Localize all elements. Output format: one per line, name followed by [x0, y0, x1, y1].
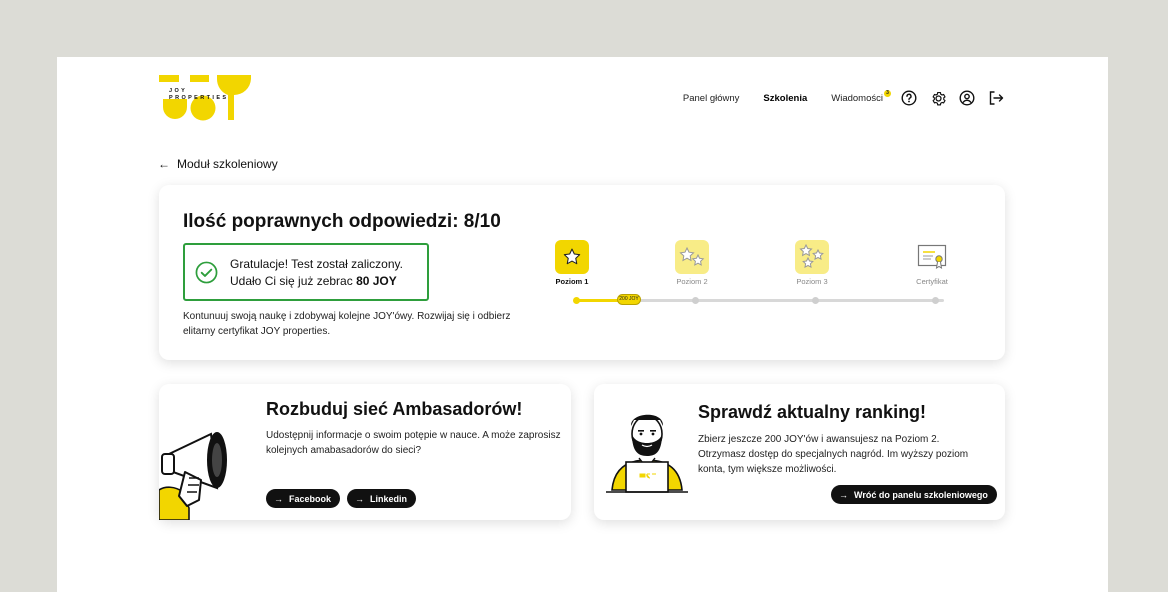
linkedin-button-label: Linkedin [370, 493, 408, 504]
user-icon[interactable] [958, 89, 976, 107]
logout-icon[interactable] [987, 89, 1005, 107]
ambassadors-card: Rozbuduj sieć Ambasadorów! Udostępnij in… [159, 384, 571, 520]
back-to-training-panel-button[interactable]: → Wróć do panelu szkoleniowego [831, 485, 997, 504]
progress-dot-1 [573, 297, 580, 304]
success-line2-prefix: Udało Ci się już zebrac [230, 274, 357, 288]
progress-dot-4 [932, 297, 939, 304]
progress-dot-3 [812, 297, 819, 304]
certificate-label: Certyfikat [916, 277, 948, 286]
arrow-left-icon: ← [158, 157, 170, 171]
nav-szkolenia[interactable]: Szkolenia [763, 93, 807, 104]
nav-panel-glowny[interactable]: Panel główny [683, 93, 740, 104]
certificate-icon [915, 240, 949, 274]
two-stars-icon [675, 240, 709, 274]
back-link[interactable]: ← Moduł szkoleniowy [158, 157, 278, 171]
help-icon[interactable] [900, 89, 918, 107]
level-2-label: Poziom 2 [676, 277, 708, 286]
back-to-training-panel-label: Wróć do panelu szkoleniowego [854, 489, 988, 500]
success-points: 80 JOY [356, 274, 397, 288]
logo-text-line1: JOY [169, 88, 188, 94]
ranking-title: Sprawdź aktualny ranking! [698, 402, 927, 422]
back-link-label: Moduł szkoleniowy [177, 157, 278, 171]
settings-icon[interactable] [929, 89, 947, 107]
logo-text: JOY PROPERTIES [169, 88, 228, 102]
arrow-right-icon: → [355, 493, 364, 504]
level-3-label: Poziom 3 [796, 277, 828, 286]
joy-logo[interactable]: JOY PROPERTIES [159, 75, 251, 121]
success-line2: Udało Ci się już zebrac 80 JOY [230, 274, 397, 288]
level-3[interactable]: Poziom 3 [782, 240, 842, 286]
top-nav: Panel główny Szkolenia Wiadomości 3 [683, 89, 1005, 107]
nav-wiadomosci[interactable]: Wiadomości 3 [831, 89, 891, 104]
facebook-button[interactable]: → Facebook [266, 489, 341, 508]
nav-wiadomosci-label: Wiadomości [831, 92, 883, 104]
ranking-card: Sprawdź aktualny ranking! Zbierz jeszcze… [594, 384, 1005, 520]
messages-badge: 3 [884, 89, 891, 97]
check-circle-icon [195, 261, 218, 284]
progress-dot-2 [692, 297, 699, 304]
ambassadors-title: Rozbuduj sieć Ambasadorów! [266, 399, 523, 419]
points-tag: 200 JOY [617, 294, 641, 305]
megaphone-illustration-icon [159, 432, 227, 520]
success-line1: Gratulacje! Test został zaliczony. [230, 257, 403, 271]
level-1[interactable]: Poziom 1 [542, 240, 602, 286]
success-message: Gratulacje! Test został zaliczony. Udało… [183, 243, 429, 301]
arrow-right-icon: → [274, 493, 283, 504]
result-description: Kontunuuj swoją naukę i zdobywaj kolejne… [183, 311, 511, 337]
ambassadors-text: Udostępnij informacje o swoim potępie w … [266, 430, 561, 456]
result-title: Ilość poprawnych odpowiedzi: 8/10 [183, 211, 501, 232]
logo-text-line2: PROPERTIES [169, 95, 229, 101]
man-with-laptop-illustration-icon [606, 414, 688, 493]
level-2[interactable]: Poziom 2 [662, 240, 722, 286]
ranking-text: Zbierz jeszcze 200 JOY'ów i awansujesz n… [698, 434, 969, 475]
arrow-right-icon: → [839, 489, 848, 500]
facebook-button-label: Facebook [289, 493, 332, 504]
one-star-icon [555, 240, 589, 274]
level-progress: Poziom 1 Poziom 2 Poziom 3 Certyfikat 20… [554, 240, 974, 310]
level-certificate[interactable]: Certyfikat [902, 240, 962, 286]
three-stars-icon [795, 240, 829, 274]
app-page: JOY PROPERTIES Panel główny Szkolenia Wi… [57, 57, 1108, 592]
level-1-label: Poziom 1 [555, 277, 589, 286]
test-result-card: Ilość poprawnych odpowiedzi: 8/10 Gratul… [159, 185, 1005, 360]
linkedin-button[interactable]: → Linkedin [347, 489, 417, 508]
